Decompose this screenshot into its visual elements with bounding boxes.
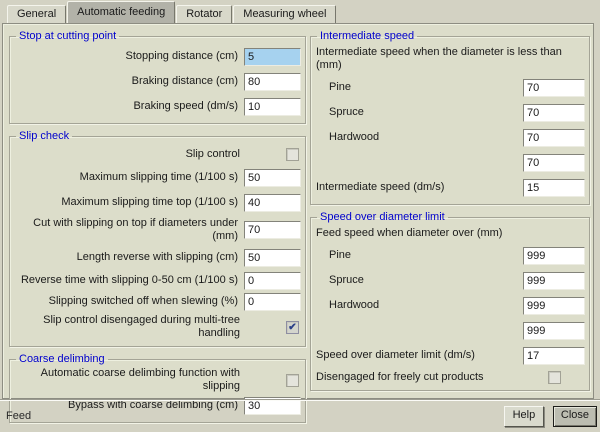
intermediate-speed-input[interactable]: 15	[523, 179, 585, 197]
speedlimit-extra-input[interactable]: 999	[523, 322, 585, 340]
cut-with-slipping-diameter-input[interactable]: 70	[244, 221, 301, 239]
slipping-switched-off-slewing-input[interactable]: 0	[244, 293, 301, 311]
field-row: Pine 999	[315, 243, 585, 268]
field-label: Braking speed (dm/s)	[14, 100, 244, 113]
field-label: Braking distance (cm)	[14, 75, 244, 88]
max-slipping-time-input[interactable]: 50	[244, 169, 301, 187]
group-intro-text: Feed speed when diameter over (mm)	[315, 225, 585, 243]
intermediate-spruce-input[interactable]: 70	[523, 104, 585, 122]
tab-rotator[interactable]: Rotator	[176, 5, 232, 23]
automatic-feeding-page: Stop at cutting point Stopping distance …	[2, 23, 594, 399]
field-row: Hardwood 999	[315, 293, 585, 318]
field-row: Spruce 70	[315, 100, 585, 125]
field-row: Cut with slipping on top if diameters un…	[14, 215, 301, 245]
field-row: 999	[315, 318, 585, 343]
length-reverse-with-slipping-input[interactable]: 50	[244, 249, 301, 267]
speedlimit-spruce-input[interactable]: 999	[523, 272, 585, 290]
intermediate-hardwood-input[interactable]: 70	[523, 129, 585, 147]
braking-speed-input[interactable]: 10	[244, 98, 301, 116]
field-label: Stopping distance (cm)	[14, 50, 244, 63]
status-bar: Feed Help Close	[0, 399, 600, 432]
status-text: Feed	[6, 410, 495, 422]
field-label: Maximum slipping time (1/100 s)	[14, 171, 244, 184]
field-row: Stopping distance (cm) 5	[14, 44, 301, 69]
field-row: Braking speed (dm/s) 10	[14, 94, 301, 119]
field-label: Cut with slipping on top if diameters un…	[14, 217, 244, 243]
field-label: Disengaged for freely cut products	[315, 371, 525, 384]
group-intermediate-speed: Intermediate speed Intermediate speed wh…	[310, 30, 590, 205]
slip-control-checkbox[interactable]	[286, 148, 299, 161]
field-row: Hardwood 70	[315, 125, 585, 150]
field-label: Length reverse with slipping (cm)	[14, 251, 244, 264]
field-label: Spruce	[315, 106, 523, 119]
field-label: Pine	[315, 249, 523, 262]
field-row: Maximum slipping time top (1/100 s) 40	[14, 190, 301, 215]
stopping-distance-input[interactable]: 5	[244, 48, 301, 66]
field-label: Slip control	[14, 148, 246, 161]
speed-over-diameter-limit-input[interactable]: 17	[523, 347, 585, 365]
field-row: Reverse time with slipping 0-50 cm (1/10…	[14, 270, 301, 291]
field-label: Intermediate speed (dm/s)	[315, 181, 523, 194]
reverse-time-with-slipping-input[interactable]: 0	[244, 272, 301, 290]
field-row: 70	[315, 150, 585, 175]
field-row: Spruce 999	[315, 268, 585, 293]
speedlimit-hardwood-input[interactable]: 999	[523, 297, 585, 315]
group-slip-check: Slip check Slip control Maximum slipping…	[9, 130, 306, 347]
tab-bar: General Automatic feeding Rotator Measur…	[0, 0, 600, 23]
field-row: Speed over diameter limit (dm/s) 17	[315, 343, 585, 368]
field-label: Slipping switched off when slewing (%)	[14, 295, 244, 308]
field-label: Automatic coarse delimbing function with…	[14, 367, 246, 393]
coarse-delimbing-checkbox[interactable]	[286, 374, 299, 387]
intermediate-extra-input[interactable]: 70	[523, 154, 585, 172]
group-title-stop: Stop at cutting point	[16, 30, 119, 42]
group-title-coarse-delimbing: Coarse delimbing	[16, 353, 108, 365]
checkbox-row: Automatic coarse delimbing function with…	[14, 367, 301, 393]
field-label: Hardwood	[315, 299, 523, 312]
tab-measuring-wheel[interactable]: Measuring wheel	[233, 5, 336, 23]
left-column: Stop at cutting point Stopping distance …	[9, 30, 306, 429]
help-button[interactable]: Help	[504, 406, 544, 427]
checkbox-row: Slip control	[14, 144, 301, 165]
field-row: Maximum slipping time (1/100 s) 50	[14, 165, 301, 190]
tab-automatic-feeding[interactable]: Automatic feeding	[67, 1, 175, 23]
right-column: Intermediate speed Intermediate speed wh…	[310, 30, 590, 397]
field-row: Braking distance (cm) 80	[14, 69, 301, 94]
checkbox-row: Disengaged for freely cut products	[315, 368, 585, 386]
field-label: Reverse time with slipping 0-50 cm (1/10…	[14, 274, 244, 287]
group-title-speed-over-diameter-limit: Speed over diameter limit	[317, 211, 448, 223]
field-row: Slipping switched off when slewing (%) 0	[14, 291, 301, 312]
field-row: Length reverse with slipping (cm) 50	[14, 245, 301, 270]
field-label: Spruce	[315, 274, 523, 287]
max-slipping-time-top-input[interactable]: 40	[244, 194, 301, 212]
field-label: Speed over diameter limit (dm/s)	[315, 349, 523, 362]
group-intro-text: Intermediate speed when the diameter is …	[315, 44, 585, 75]
field-row: Pine 70	[315, 75, 585, 100]
field-label: Pine	[315, 81, 523, 94]
braking-distance-input[interactable]: 80	[244, 73, 301, 91]
checkbox-row: Slip control disengaged during multi-tre…	[14, 312, 301, 342]
group-title-slip-check: Slip check	[16, 130, 72, 142]
multi-tree-disengage-checkbox[interactable]: ✔	[286, 321, 299, 334]
disengaged-freely-cut-checkbox[interactable]	[548, 371, 561, 384]
tab-general[interactable]: General	[7, 5, 66, 23]
field-row: Intermediate speed (dm/s) 15	[315, 175, 585, 200]
group-title-intermediate-speed: Intermediate speed	[317, 30, 417, 42]
group-speed-over-diameter-limit: Speed over diameter limit Feed speed whe…	[310, 211, 590, 391]
intermediate-pine-input[interactable]: 70	[523, 79, 585, 97]
group-stop-at-cutting-point: Stop at cutting point Stopping distance …	[9, 30, 306, 124]
field-label: Hardwood	[315, 131, 523, 144]
close-button[interactable]: Close	[553, 406, 597, 427]
field-label: Maximum slipping time top (1/100 s)	[14, 196, 244, 209]
field-label: Slip control disengaged during multi-tre…	[14, 314, 246, 340]
speedlimit-pine-input[interactable]: 999	[523, 247, 585, 265]
